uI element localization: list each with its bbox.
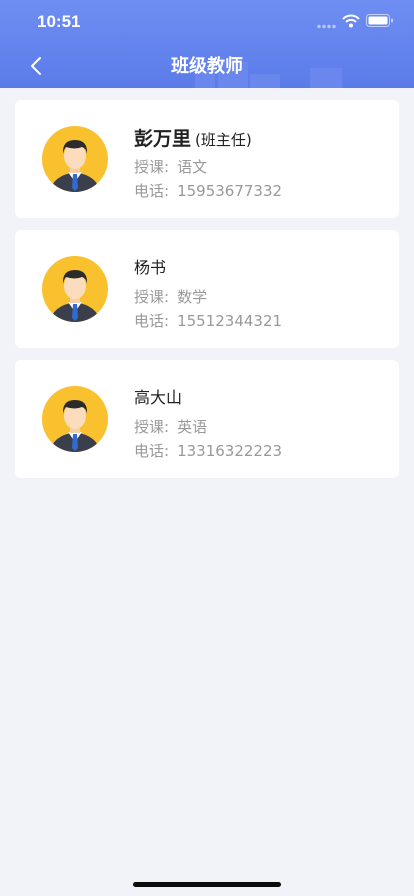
- subject-label: 授课:: [134, 418, 170, 436]
- teacher-card[interactable]: 高大山 授课: 英语 电话: 13316322223: [15, 360, 399, 478]
- phone-label: 电话:: [134, 312, 170, 330]
- page-title: 班级教师: [171, 56, 243, 77]
- phone-value[interactable]: 15953677332: [177, 182, 282, 200]
- home-indicator[interactable]: [133, 882, 281, 887]
- battery-icon: [366, 14, 393, 27]
- phone-label: 电话:: [134, 182, 170, 200]
- teacher-list: 彭万里 (班主任) 授课: 语文 电话: 15953677332 杨书 授课: …: [15, 100, 399, 490]
- wifi-icon: [342, 14, 360, 28]
- avatar-icon: [42, 126, 108, 192]
- teacher-name: 杨书: [134, 258, 167, 277]
- status-bar: 10:51: [0, 0, 414, 44]
- signal-icon: [317, 24, 336, 29]
- phone-label: 电话:: [134, 442, 170, 460]
- subject-value: 数学: [177, 288, 208, 306]
- avatar-icon: [42, 386, 108, 452]
- subject-value: 英语: [177, 418, 208, 436]
- teacher-name: 高大山: [134, 388, 183, 407]
- subject-label: 授课:: [134, 158, 170, 176]
- teacher-card[interactable]: 彭万里 (班主任) 授课: 语文 电话: 15953677332: [15, 100, 399, 218]
- status-time: 10:51: [37, 12, 81, 31]
- subject-value: 语文: [177, 158, 208, 176]
- phone-value[interactable]: 15512344321: [177, 312, 282, 330]
- teacher-card[interactable]: 杨书 授课: 数学 电话: 15512344321: [15, 230, 399, 348]
- avatar-icon: [42, 256, 108, 322]
- phone-value[interactable]: 13316322223: [177, 442, 282, 460]
- header-bar: 10:51 班级教师: [0, 0, 414, 88]
- teacher-role: (班主任): [195, 131, 252, 149]
- subject-label: 授课:: [134, 288, 170, 306]
- teacher-name: 彭万里: [134, 128, 192, 150]
